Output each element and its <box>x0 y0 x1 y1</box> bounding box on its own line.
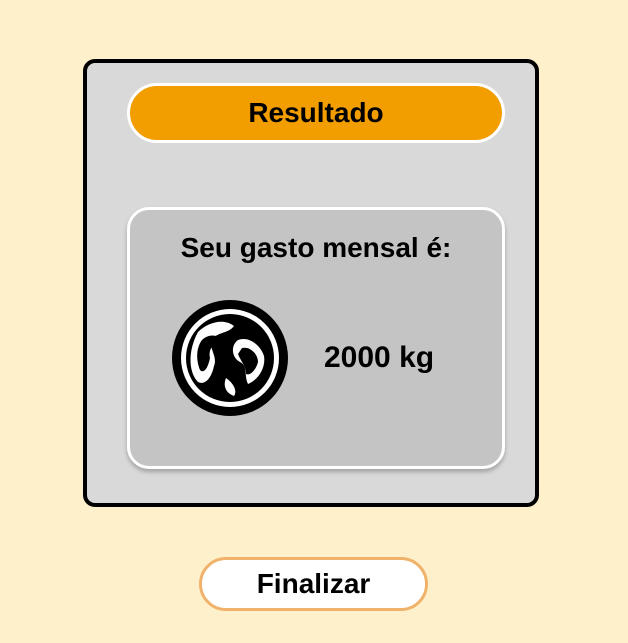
result-title-banner: Resultado <box>127 83 505 143</box>
globe-icon <box>172 300 288 416</box>
monthly-spend-amount: 2000 kg <box>324 341 435 374</box>
monthly-spend-panel: Seu gasto mensal é: 2000 kg <box>127 207 505 469</box>
result-card: Resultado Seu gasto mensal é: 2000 kg <box>83 59 539 507</box>
result-title: Resultado <box>248 97 384 128</box>
monthly-spend-label: Seu gasto mensal é: <box>180 232 452 263</box>
finish-button[interactable]: Finalizar <box>199 557 428 611</box>
